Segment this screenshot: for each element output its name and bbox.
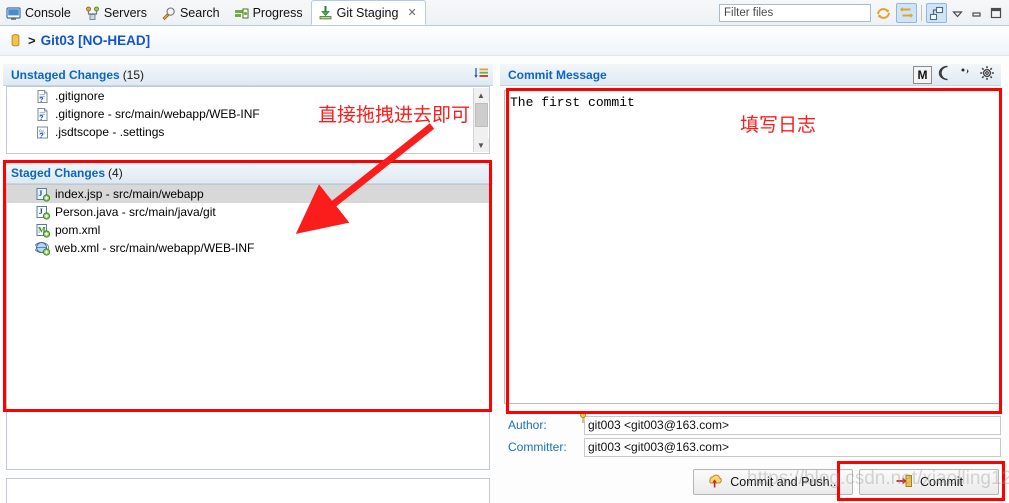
committer-label: Committer: <box>508 440 567 454</box>
commit-push-icon <box>706 473 723 492</box>
commit-button[interactable]: Commit <box>859 469 999 495</box>
unstaged-count: (15) <box>122 67 145 82</box>
svg-text:?: ? <box>39 95 44 104</box>
list-item-label: Person.java - src/main/java/git <box>55 205 216 219</box>
list-item-label: .gitignore <box>55 89 105 103</box>
file-untracked-icon: ? <box>35 89 50 104</box>
sort-icon[interactable] <box>473 66 489 84</box>
staged-count: (4) <box>108 165 123 180</box>
git-staging-icon <box>318 5 333 20</box>
view-tab-bar: Console Servers Search Progress Git Stag… <box>0 0 1009 26</box>
tab-label: Progress <box>252 6 303 20</box>
list-item[interactable]: M pom.xml <box>7 221 489 239</box>
author-input[interactable] <box>584 415 1001 435</box>
lower-empty-panel <box>6 478 490 503</box>
breadcrumb-separator: > <box>28 33 36 48</box>
breadcrumb-repo-label[interactable]: Git03 [NO-HEAD] <box>41 33 151 48</box>
list-item-label: pom.xml <box>55 223 101 237</box>
repository-icon <box>8 33 23 48</box>
jsp-added-icon: J <box>35 187 51 202</box>
breadcrumb: > Git03 [NO-HEAD] <box>0 26 1009 56</box>
commit-message-header: Commit Message M <box>500 64 1001 86</box>
list-item-label: index.jsp - src/main/webapp <box>55 187 204 201</box>
unstaged-scrollbar[interactable]: ▲ ▼ <box>473 88 489 152</box>
compare-mode-icon[interactable] <box>896 3 917 23</box>
staged-title: Staged Changes <box>11 165 106 180</box>
staged-changes-panel: Staged Changes (4) J index.jsp - src/mai… <box>3 162 493 472</box>
search-icon <box>161 6 176 21</box>
refresh-icon[interactable] <box>873 3 894 23</box>
unstaged-header: Unstaged Changes (15) <box>3 64 493 86</box>
committer-row: Committer: <box>508 437 1001 457</box>
tab-label: Console <box>25 6 71 20</box>
servers-icon <box>85 6 100 21</box>
amend-label: M <box>917 67 928 82</box>
tab-label: Git Staging <box>336 5 399 20</box>
webxml-added-icon <box>34 241 51 256</box>
scroll-down-icon[interactable]: ▼ <box>473 138 489 152</box>
tab-console[interactable]: Console <box>0 1 79 25</box>
view-menu-icon[interactable] <box>949 3 966 23</box>
staged-header: Staged Changes (4) <box>3 162 493 184</box>
list-item-label: .gitignore - src/main/webapp/WEB-INF <box>55 107 260 121</box>
minimize-icon[interactable] <box>968 3 985 23</box>
list-item[interactable]: J Person.java - src/main/java/git <box>7 203 489 221</box>
commit-and-push-button[interactable]: Commit and Push... <box>693 469 853 495</box>
svg-text:?: ? <box>39 113 44 122</box>
tab-search[interactable]: Search <box>155 1 228 25</box>
amend-commit-icon[interactable]: M <box>913 65 932 84</box>
progress-icon <box>234 6 249 21</box>
list-item[interactable]: web.xml - src/main/webapp/WEB-INF <box>7 239 489 257</box>
unstaged-title: Unstaged Changes <box>11 67 120 82</box>
commit-button-row: Commit and Push... Commit <box>693 469 999 495</box>
change-id-icon[interactable] <box>957 65 974 84</box>
author-label: Author: <box>508 418 547 432</box>
log-note-text: 填写日志 <box>740 114 817 136</box>
filter-files-input[interactable] <box>719 4 871 22</box>
committer-input[interactable] <box>584 437 1001 457</box>
commit-label: Commit <box>919 475 964 489</box>
list-item[interactable]: J index.jsp - src/main/webapp <box>7 185 489 203</box>
left-column: Unstaged Changes (15) ? .gitignore ? .gi… <box>0 64 496 503</box>
author-row: Author: <box>508 412 1001 435</box>
file-untracked-icon: % ? <box>35 125 50 140</box>
list-item-label: web.xml - src/main/webapp/WEB-INF <box>55 241 255 255</box>
scroll-up-icon[interactable]: ▲ <box>473 88 489 102</box>
drag-note-text: 直接拖拽进去即可 <box>318 104 471 126</box>
java-added-icon: J <box>35 205 51 220</box>
tab-label: Servers <box>103 6 147 20</box>
tab-git-staging[interactable]: Git Staging ✕ <box>310 0 426 25</box>
author-pin-icon <box>578 412 588 427</box>
tab-label: Search <box>179 6 220 20</box>
commit-message-input[interactable]: The first commit <box>504 90 1001 404</box>
console-icon <box>6 6 21 21</box>
scrollbar-thumb[interactable] <box>474 103 488 127</box>
file-untracked-icon: ? <box>35 107 50 122</box>
close-icon[interactable]: ✕ <box>407 6 416 19</box>
git-staging-view: Console Servers Search Progress Git Stag… <box>0 0 1009 503</box>
list-item-label: .jsdtscope - .settings <box>55 125 165 139</box>
commit-message-title: Commit Message <box>508 67 607 82</box>
preferences-gear-icon[interactable] <box>977 65 997 84</box>
commit-header-actions: M <box>913 65 997 84</box>
svg-text:J: J <box>38 189 42 198</box>
signed-off-icon[interactable] <box>935 65 954 84</box>
unstaged-header-actions <box>473 66 489 84</box>
commit-icon <box>895 473 913 492</box>
tab-progress[interactable]: Progress <box>228 1 311 25</box>
link-selection-icon[interactable] <box>926 3 947 23</box>
maximize-icon[interactable] <box>987 3 1004 23</box>
staged-file-list[interactable]: J index.jsp - src/main/webapp J Person.j… <box>6 184 490 470</box>
maven-added-icon: M <box>35 223 51 238</box>
commit-and-push-label: Commit and Push... <box>730 475 840 489</box>
view-toolbar <box>719 1 1009 25</box>
toolbar-divider <box>921 5 922 21</box>
svg-text:J: J <box>39 206 44 216</box>
svg-text:?: ? <box>39 131 44 140</box>
tab-servers[interactable]: Servers <box>79 1 155 25</box>
